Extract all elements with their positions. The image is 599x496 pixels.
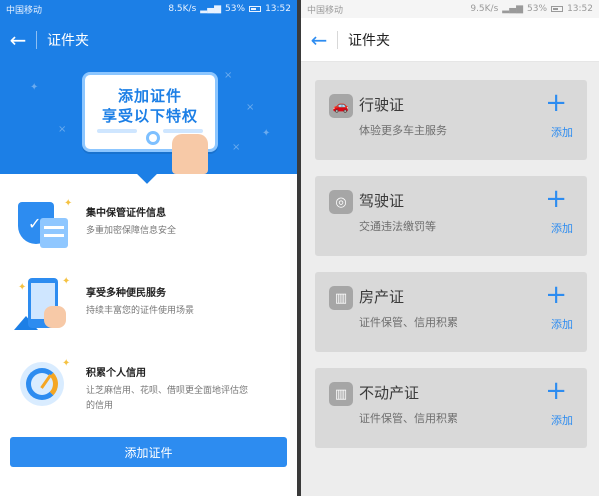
sparkle-icon: × bbox=[246, 102, 255, 113]
promo-banner: ✦ × × × × ✦ 添加证件 享受以下特权 bbox=[0, 62, 297, 174]
header-divider bbox=[36, 31, 37, 49]
certificate-name: 不动产证 bbox=[359, 384, 420, 402]
card-strip bbox=[97, 129, 137, 133]
screenshot-pair: 中国移动 8.5K/s ▂▄▆ 53% 13:52 ← 证件夹 ✦ × × × … bbox=[0, 0, 599, 496]
hand-illustration bbox=[172, 134, 208, 174]
left-screen: 中国移动 8.5K/s ▂▄▆ 53% 13:52 ← 证件夹 ✦ × × × … bbox=[0, 0, 297, 496]
net-speed: 8.5K/s bbox=[168, 4, 197, 14]
plus-icon[interactable]: + bbox=[545, 378, 567, 404]
battery-icon bbox=[249, 6, 262, 12]
feature-text: 积累个人信用 让芝麻信用、花呗、借呗更全面地评估您的信用 bbox=[86, 356, 256, 414]
signal-icon: ▂▄▆ bbox=[200, 4, 222, 14]
add-button[interactable]: 添加 bbox=[551, 220, 573, 236]
steering-wheel-icon: ◎ bbox=[329, 190, 353, 214]
feature-item: ✓ ✦ 集中保管证件信息 多重加密保障信息安全 bbox=[14, 196, 284, 252]
certificate-name: 房产证 bbox=[359, 288, 405, 306]
back-arrow-icon[interactable]: ← bbox=[301, 18, 337, 62]
signal-icon: ▂▄▆ bbox=[502, 4, 524, 14]
certificate-desc: 交通违法缴罚等 bbox=[359, 220, 436, 233]
certificate-card-driver-license[interactable]: ◎ 驾驶证 交通违法缴罚等 + 添加 bbox=[315, 176, 587, 256]
battery-icon bbox=[551, 6, 564, 12]
clock: 13:52 bbox=[567, 4, 593, 14]
sparkle-icon: ✦ bbox=[62, 358, 71, 369]
sparkle-icon: × bbox=[224, 70, 233, 81]
feature-text: 享受多种便民服务 持续丰富您的证件使用场景 bbox=[86, 276, 256, 332]
medal-icon bbox=[146, 131, 160, 145]
feature-desc: 持续丰富您的证件使用场景 bbox=[86, 306, 195, 316]
hand-illustration bbox=[44, 306, 66, 328]
battery-percent: 53% bbox=[527, 4, 548, 14]
sparkle-icon: ✦ bbox=[62, 276, 71, 287]
feature-item: ✦ 积累个人信用 让芝麻信用、花呗、借呗更全面地评估您的信用 bbox=[14, 356, 284, 414]
add-button[interactable]: 添加 bbox=[551, 124, 573, 140]
right-screen: 中国移动 9.5K/s ▂▄▆ 53% 13:52 ← 证件夹 🚗 行驶证 体验… bbox=[301, 0, 599, 496]
certificate-desc: 体验更多车主服务 bbox=[359, 124, 447, 137]
status-bar: 中国移动 8.5K/s ▂▄▆ 53% 13:52 bbox=[0, 0, 297, 18]
plus-icon[interactable]: + bbox=[545, 282, 567, 308]
certificate-name: 行驶证 bbox=[359, 96, 405, 114]
sparkle-icon: ✦ bbox=[30, 82, 39, 93]
app-header: ← 证件夹 bbox=[0, 18, 297, 62]
feature-desc: 多重加密保障信息安全 bbox=[86, 226, 177, 236]
feature-text: 集中保管证件信息 多重加密保障信息安全 bbox=[86, 196, 256, 252]
plus-icon[interactable]: + bbox=[545, 186, 567, 212]
sparkle-icon: × bbox=[58, 124, 67, 135]
certificate-card-real-estate[interactable]: ▥ 不动产证 证件保管、信用积累 + 添加 bbox=[315, 368, 587, 448]
clock: 13:52 bbox=[265, 4, 291, 14]
building-icon: ▥ bbox=[329, 286, 353, 310]
sparkle-icon: × bbox=[232, 142, 241, 153]
status-bar: 中国移动 9.5K/s ▂▄▆ 53% 13:52 bbox=[301, 0, 599, 18]
certificate-card-property-deed[interactable]: ▥ 房产证 证件保管、信用积累 + 添加 bbox=[315, 272, 587, 352]
status-indicators: 9.5K/s ▂▄▆ 53% 13:52 bbox=[470, 4, 593, 14]
certificate-name: 驾驶证 bbox=[359, 192, 405, 210]
feature-item: ✦ ✦ 享受多种便民服务 持续丰富您的证件使用场景 bbox=[14, 276, 284, 332]
sparkle-icon: ✦ bbox=[64, 198, 73, 209]
add-button[interactable]: 添加 bbox=[551, 412, 573, 428]
carrier-label: 中国移动 bbox=[6, 5, 43, 16]
sparkle-icon: ✦ bbox=[18, 282, 27, 293]
banner-headline: 添加证件 bbox=[117, 87, 182, 105]
header-divider bbox=[337, 30, 338, 49]
feature-title: 积累个人信用 bbox=[86, 368, 146, 379]
plus-icon[interactable]: + bbox=[545, 90, 567, 116]
page-title: 证件夹 bbox=[348, 32, 390, 49]
banner-subheadline: 享受以下特权 bbox=[101, 107, 198, 125]
page-title: 证件夹 bbox=[47, 33, 89, 49]
certificate-card-driving-license-vehicle[interactable]: 🚗 行驶证 体验更多车主服务 + 添加 bbox=[315, 80, 587, 160]
sparkle-icon: ✦ bbox=[262, 128, 271, 139]
feature-title: 享受多种便民服务 bbox=[86, 288, 166, 299]
back-arrow-icon[interactable]: ← bbox=[0, 18, 36, 62]
feature-title: 集中保管证件信息 bbox=[86, 208, 166, 219]
add-button[interactable]: 添加 bbox=[551, 316, 573, 332]
add-certificate-button[interactable]: 添加证件 bbox=[10, 437, 287, 467]
certificate-desc: 证件保管、信用积累 bbox=[359, 316, 458, 329]
car-icon: 🚗 bbox=[329, 94, 353, 118]
building-icon: ▥ bbox=[329, 382, 353, 406]
credit-gauge-icon: ✦ bbox=[14, 356, 74, 412]
document-stack bbox=[40, 218, 68, 248]
card-strip bbox=[163, 129, 203, 133]
net-speed: 9.5K/s bbox=[470, 4, 499, 14]
phone-icon: ✦ ✦ bbox=[14, 276, 74, 332]
certificate-desc: 证件保管、信用积累 bbox=[359, 412, 458, 425]
feature-desc: 让芝麻信用、花呗、借呗更全面地评估您的信用 bbox=[86, 386, 249, 411]
status-indicators: 8.5K/s ▂▄▆ 53% 13:52 bbox=[168, 4, 291, 14]
shield-icon: ✓ ✦ bbox=[14, 196, 74, 252]
gauge-shape bbox=[20, 362, 64, 406]
carrier-label: 中国移动 bbox=[307, 5, 344, 16]
battery-percent: 53% bbox=[225, 4, 246, 14]
app-header: ← 证件夹 bbox=[301, 18, 599, 62]
